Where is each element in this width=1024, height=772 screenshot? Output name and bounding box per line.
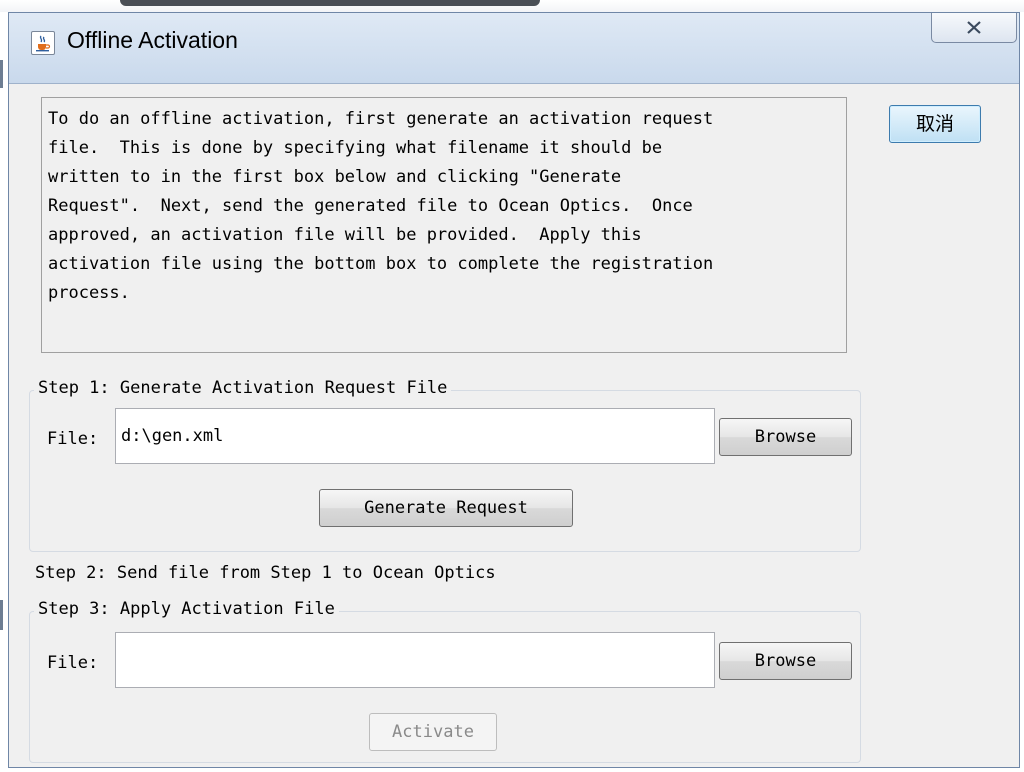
step1-legend: Step 1: Generate Activation Request File <box>34 378 452 398</box>
step3-legend: Step 3: Apply Activation File <box>34 599 339 619</box>
step3-browse-button[interactable]: Browse <box>719 642 852 680</box>
step1-browse-button[interactable]: Browse <box>719 418 852 456</box>
step1-file-label: File: <box>47 429 99 449</box>
close-button[interactable] <box>931 13 1017 43</box>
activation-file-input[interactable] <box>115 632 715 688</box>
request-file-input[interactable]: d:\gen.xml <box>115 408 715 464</box>
step2-text: Step 2: Send file from Step 1 to Ocean O… <box>35 563 496 583</box>
step3-file-label: File: <box>47 653 99 673</box>
background-window-strip <box>0 0 1024 12</box>
java-cup-icon <box>31 31 55 55</box>
activate-button[interactable]: Activate <box>369 713 497 751</box>
offline-activation-dialog: Offline Activation To do an offline acti… <box>8 12 1020 768</box>
cancel-button[interactable]: 取消 <box>889 105 981 143</box>
window-title: Offline Activation <box>67 27 238 53</box>
title-bar[interactable]: Offline Activation <box>9 13 1019 84</box>
background-edge <box>0 600 3 630</box>
background-edge <box>0 60 3 88</box>
close-icon <box>967 21 981 34</box>
generate-request-button[interactable]: Generate Request <box>319 489 573 527</box>
instructions-text: To do an offline activation, first gener… <box>41 97 847 353</box>
background-window-shadow <box>120 0 540 6</box>
